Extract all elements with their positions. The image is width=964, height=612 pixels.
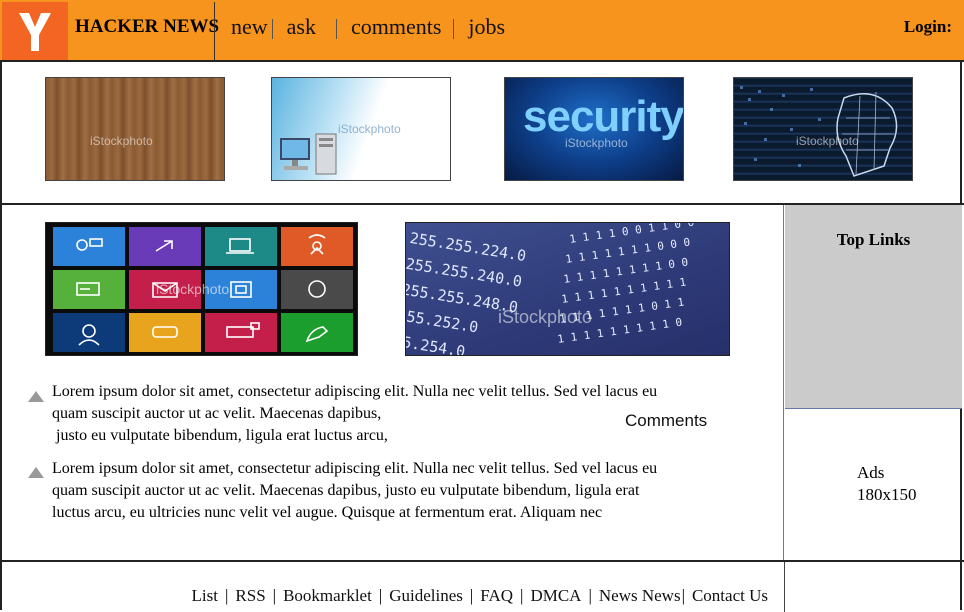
watermark-text: iStockphoto [156, 281, 230, 297]
footer-link-rss[interactable]: RSS [235, 586, 265, 606]
nav-separator [335, 19, 337, 39]
story-text-line: luctus arcu, eu ultricies nunc velit vel… [52, 504, 603, 521]
footer-link-faq[interactable]: FAQ [480, 586, 513, 606]
nav-comments[interactable]: comments [351, 14, 441, 40]
comments-link[interactable]: Comments [625, 411, 707, 431]
wood-texture-image[interactable]: iStockphoto [45, 77, 225, 181]
footer-link-news-news[interactable]: News News [599, 586, 681, 606]
digital-head-image[interactable]: iStockphoto [733, 77, 913, 181]
footer-link-dmca[interactable]: DMCA [530, 586, 581, 606]
watermark-text: iStockphoto [498, 307, 593, 327]
image-strip: iStockphoto iStockphoto security iStockp… [0, 62, 964, 205]
watermark-text: iStockphoto [796, 134, 859, 148]
footer-separator: | [588, 586, 592, 605]
footer: List | RSS | Bookmarklet | Guidelines | FAQ |… [0, 560, 964, 612]
ad-label-size: 180x150 [857, 485, 917, 504]
footer-link-list[interactable]: List [192, 586, 218, 606]
binary-pattern: 1 1 1 1 0 0 1 1 0 0 1 1 1 1 1 1 1 0 0 0 … [557, 223, 695, 346]
watermark-text: iStockphoto [338, 122, 401, 136]
title-divider [214, 2, 215, 60]
digital-head-icon [740, 86, 898, 177]
app-tiles-image[interactable]: iStockphoto [45, 222, 358, 356]
story-item[interactable]: Lorem ipsum dolor sit amet, consectetur … [52, 458, 742, 524]
logo[interactable] [2, 2, 68, 60]
footer-separator: | [681, 586, 685, 605]
nav-ask[interactable]: ask [287, 14, 316, 40]
footer-separator: | [272, 586, 277, 605]
story-text-line: quam suscipit auctor ut ac velit. Maecen… [52, 482, 640, 499]
footer-separator: | [225, 586, 229, 605]
footer-separator: | [469, 586, 474, 605]
footer-link-contact-us[interactable]: Contact Us [692, 586, 768, 606]
header-bar: HACKER NEWS new ask comments jobs Login: [0, 0, 964, 62]
nav-separator [453, 19, 455, 39]
footer-link-guidelines[interactable]: Guidelines [389, 586, 463, 606]
nav-jobs[interactable]: jobs [468, 14, 505, 40]
footer-separator: | [378, 586, 383, 605]
nav-separator [271, 19, 273, 39]
ad-slot[interactable]: Ads 180x150 [785, 409, 962, 561]
computer-icon [280, 133, 337, 175]
top-links-title: Top Links [836, 230, 911, 249]
security-text: security [523, 92, 684, 141]
logo-y-icon [2, 2, 68, 60]
story-text-line: Lorem ipsum dolor sit amet, consectetur … [52, 383, 658, 400]
ip-address-image[interactable]: 255.255.224.0 255.255.240.0 255.255.248.… [405, 222, 730, 356]
footer-separator: | [520, 586, 524, 605]
main-nav: new ask comments jobs [231, 14, 505, 40]
security-image[interactable]: security iStockphoto [504, 77, 684, 181]
ip-lines: 255.255.224.0 255.255.240.0 255.255.248.… [405, 228, 528, 356]
upvote-arrow-icon[interactable] [28, 391, 44, 402]
ad-label: Ads 180x150 [857, 462, 917, 506]
watermark-text: iStockphoto [565, 136, 628, 150]
footer-link-bookmarklet[interactable]: Bookmarklet [283, 586, 372, 606]
site-title[interactable]: HACKER NEWS [75, 16, 219, 38]
computer-image[interactable]: iStockphoto [271, 77, 451, 181]
footer-links: List | RSS | Bookmarklet | Guidelines | FAQ |… [192, 586, 768, 606]
main-content: iStockphoto 255.255.224.0 255.255.240.0 … [0, 205, 784, 562]
top-links-panel: Top Links [785, 205, 962, 409]
upvote-arrow-icon[interactable] [28, 467, 44, 478]
watermark-text: iStockphoto [90, 134, 153, 148]
login-link[interactable]: Login: [904, 17, 952, 37]
story-text-line: Lorem ipsum dolor sit amet, consectetur … [52, 460, 658, 477]
footer-divider [784, 562, 785, 612]
nav-new[interactable]: new [231, 14, 268, 40]
ad-label-title: Ads [857, 463, 885, 482]
